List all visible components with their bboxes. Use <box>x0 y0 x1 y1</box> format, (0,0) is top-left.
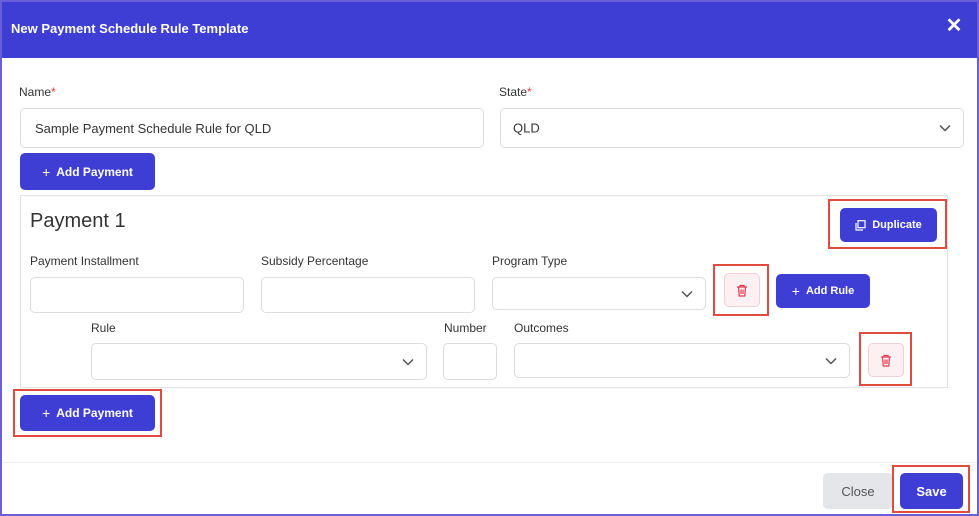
state-label-text: State <box>499 85 528 99</box>
footer-divider <box>2 462 977 463</box>
highlight-box <box>828 199 947 249</box>
add-payment-label: Add Payment <box>56 164 133 179</box>
required-mark: * <box>51 85 56 99</box>
highlight-box <box>713 264 769 316</box>
modal-title: New Payment Schedule Rule Template <box>11 21 249 36</box>
modal-header: New Payment Schedule Rule Template ✕ <box>2 2 977 58</box>
close-button[interactable]: Close <box>823 473 893 509</box>
chevron-down-icon <box>825 357 837 365</box>
outcomes-select[interactable] <box>514 343 850 378</box>
add-rule-button[interactable]: + Add Rule <box>776 274 870 308</box>
name-label-text: Name <box>19 85 52 99</box>
program-type-label: Program Type <box>492 254 568 268</box>
outcomes-label: Outcomes <box>514 321 569 335</box>
payment-installment-input[interactable] <box>30 277 244 313</box>
payment-installment-label: Payment Installment <box>30 254 139 268</box>
add-payment-button[interactable]: + Add Payment <box>20 153 155 190</box>
subsidy-percentage-label: Subsidy Percentage <box>261 254 369 268</box>
add-rule-label: Add Rule <box>805 285 855 297</box>
highlight-box <box>859 332 912 386</box>
number-input[interactable] <box>443 343 497 380</box>
state-select-value: QLD <box>513 120 540 136</box>
state-label: State* <box>499 85 532 99</box>
subsidy-percentage-input[interactable] <box>261 277 475 313</box>
state-select[interactable]: QLD <box>500 108 964 148</box>
chevron-down-icon <box>681 290 693 298</box>
name-label: Name* <box>19 85 56 99</box>
close-icon[interactable]: ✕ <box>945 16 963 36</box>
name-input[interactable] <box>20 108 484 148</box>
plus-icon: + <box>791 283 800 299</box>
payment-schedule-modal: New Payment Schedule Rule Template ✕ Nam… <box>0 0 979 516</box>
payment-title: Payment 1 <box>30 210 126 232</box>
rule-label: Rule <box>91 321 116 335</box>
chevron-down-icon <box>939 124 951 132</box>
plus-icon: + <box>42 163 51 180</box>
chevron-down-icon <box>402 358 414 366</box>
rule-select[interactable] <box>91 343 427 380</box>
required-mark: * <box>527 85 532 99</box>
number-label: Number <box>444 321 487 335</box>
highlight-box <box>13 389 162 437</box>
highlight-box <box>892 465 970 513</box>
program-type-select[interactable] <box>492 277 706 310</box>
